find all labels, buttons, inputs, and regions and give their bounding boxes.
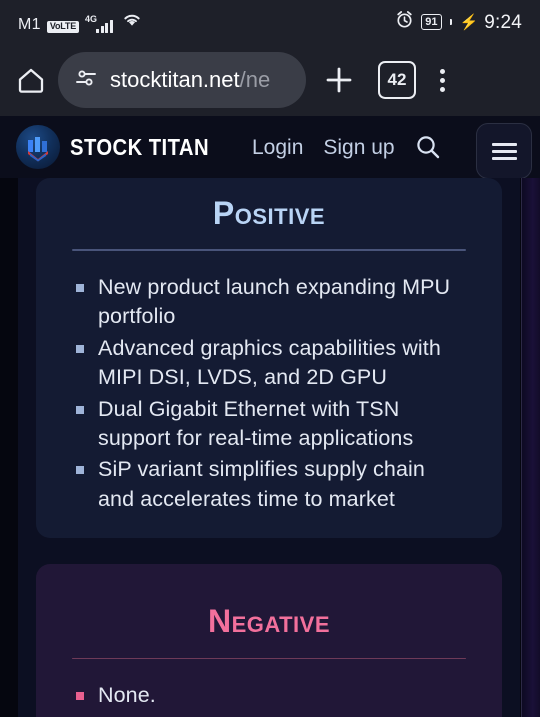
- hamburger-menu-icon[interactable]: [476, 123, 532, 178]
- list-item: SiP variant simplifies supply chain and …: [72, 455, 466, 514]
- url-text: stocktitan.net/ne: [110, 69, 270, 91]
- list-item: Advanced graphics capabilities with MIPI…: [72, 334, 466, 393]
- hamburger-glyph: [491, 142, 517, 160]
- negative-card: Negative None.: [36, 564, 502, 717]
- negative-divider: [72, 657, 466, 659]
- battery-tip: [449, 19, 452, 25]
- new-tab-icon[interactable]: [322, 63, 356, 97]
- browser-toolbar: stocktitan.net/ne 42: [0, 44, 540, 116]
- tab-switcher-icon[interactable]: 42: [378, 61, 416, 99]
- positive-bullet-list: New product launch expanding MPU portfol…: [72, 273, 466, 515]
- list-item: None.: [72, 681, 466, 710]
- status-bar: M1 VoLTE 4G 91 ⚡ 9:24: [0, 0, 540, 44]
- site-header: STOCK TITAN Login Sign up: [0, 116, 540, 178]
- stock-titan-logo-icon[interactable]: [16, 125, 60, 169]
- negative-title: Negative: [207, 603, 331, 640]
- brand-name[interactable]: STOCK TITAN: [70, 134, 209, 161]
- positive-title: Positive: [212, 195, 326, 231]
- signal-bars-glyph: [96, 19, 113, 33]
- page-right-glow: [522, 178, 540, 717]
- url-domain: stocktitan.net: [110, 67, 240, 92]
- tab-count-label: 42: [387, 70, 407, 89]
- clock-time: 9:24: [484, 11, 522, 33]
- content-column: Positive New product launch expanding MP…: [18, 178, 520, 717]
- charging-bolt-icon: ⚡: [459, 13, 479, 31]
- list-item: Dual Gigabit Ethernet with TSN support f…: [72, 395, 466, 454]
- wifi-icon: [122, 12, 142, 33]
- signal-bars-icon: 4G: [85, 13, 113, 33]
- status-bar-left: M1 VoLTE 4G: [18, 12, 142, 33]
- page-right-divider: [520, 178, 522, 717]
- positive-divider: [72, 249, 466, 251]
- search-icon[interactable]: [413, 132, 443, 162]
- header-nav: Login Sign up: [252, 137, 395, 158]
- list-item: New product launch expanding MPU portfol…: [72, 273, 466, 332]
- battery-level-label: 91: [425, 15, 438, 28]
- url-bar[interactable]: stocktitan.net/ne: [58, 52, 306, 108]
- carrier-label: M1: [18, 15, 41, 33]
- status-bar-right: 91 ⚡ 9:24: [395, 10, 522, 34]
- home-icon[interactable]: [14, 63, 48, 97]
- positive-card: Positive New product launch expanding MP…: [36, 178, 502, 539]
- alarm-clock-icon: [395, 10, 414, 34]
- page-settings-icon[interactable]: [74, 66, 98, 95]
- url-path: /ne: [239, 67, 271, 92]
- page-body: Positive New product launch expanding MP…: [0, 178, 540, 717]
- battery-icon: 91: [421, 14, 442, 30]
- signup-link[interactable]: Sign up: [323, 137, 394, 158]
- login-link[interactable]: Login: [252, 137, 303, 158]
- negative-bullet-list: None.: [72, 681, 466, 710]
- volte-badge: VoLTE: [46, 20, 79, 33]
- overflow-menu-icon[interactable]: [440, 68, 445, 92]
- network-type-label: 4G: [85, 13, 98, 24]
